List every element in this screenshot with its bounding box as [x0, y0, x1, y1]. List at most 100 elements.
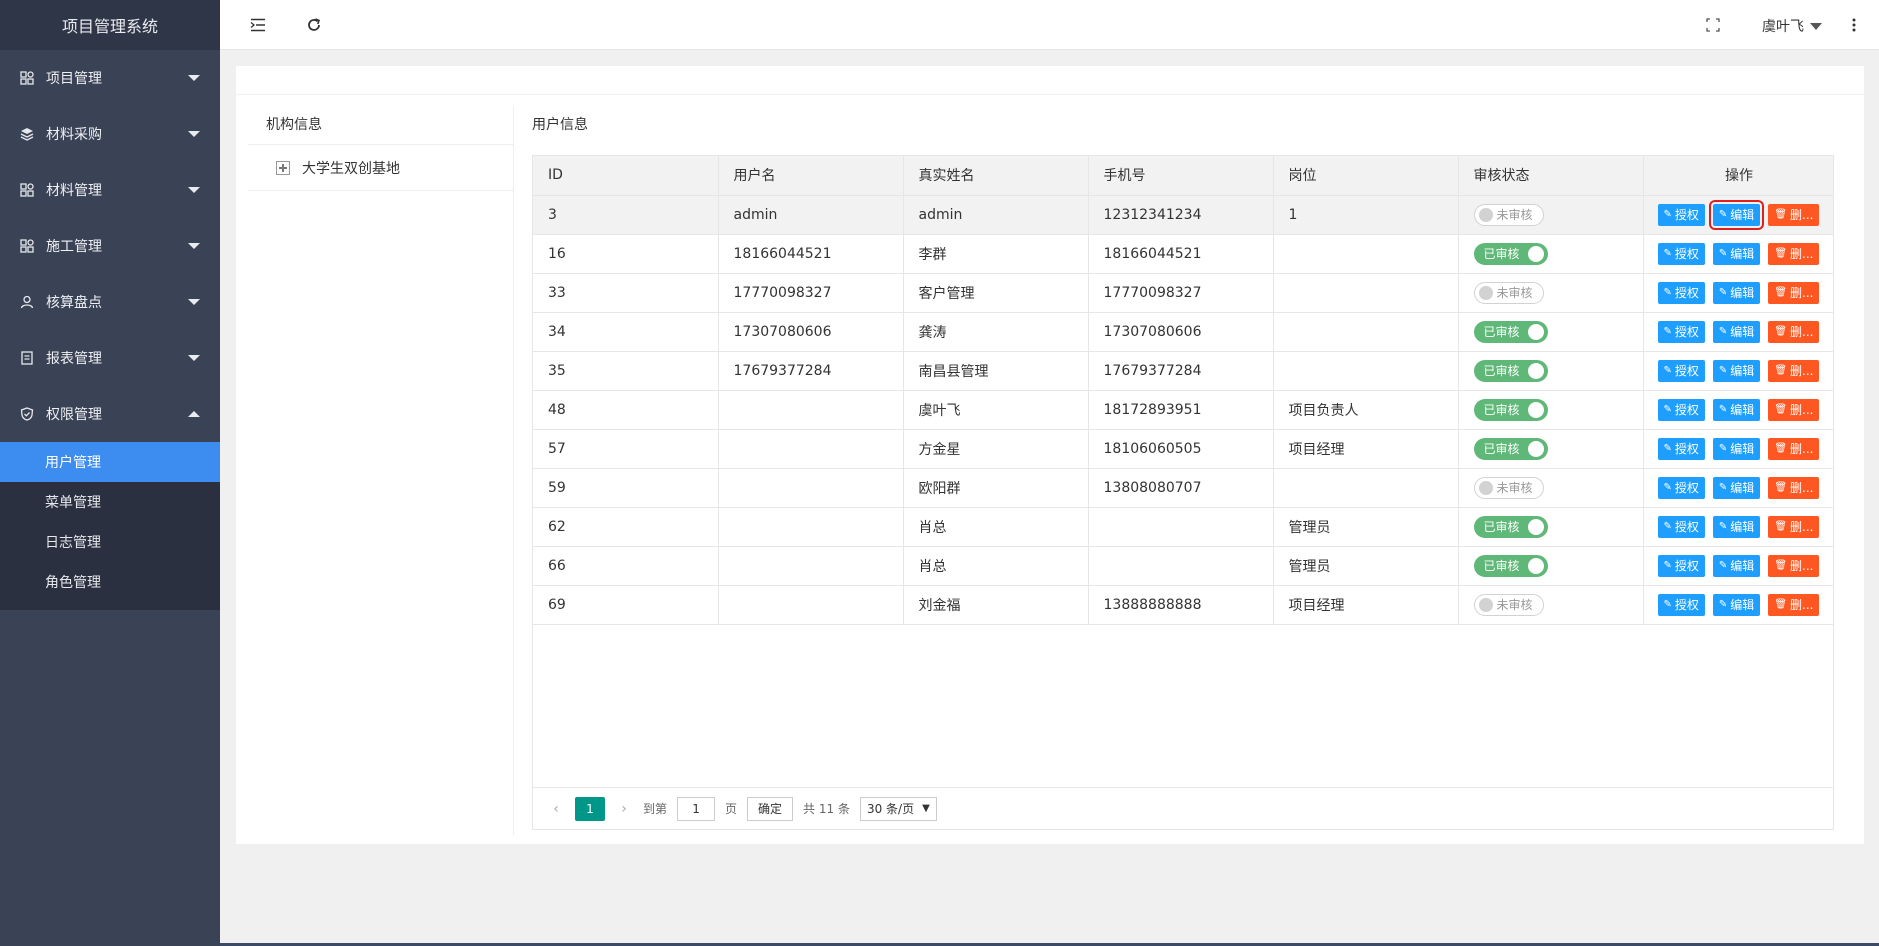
page-current[interactable]: 1	[575, 796, 605, 821]
edit-button[interactable]: ✎ 编辑	[1712, 554, 1761, 577]
menu-material[interactable]: 材料管理	[0, 162, 220, 218]
chevron-down-icon	[188, 187, 200, 193]
edit-button[interactable]: ✎ 编辑	[1712, 398, 1761, 421]
layers-icon	[20, 128, 34, 141]
column-header[interactable]: 手机号	[1088, 156, 1274, 196]
column-header[interactable]: 审核状态	[1458, 156, 1644, 196]
edit-button[interactable]: ✎ 编辑	[1712, 515, 1761, 538]
status-switch[interactable]: 未审核	[1473, 203, 1544, 226]
sidebar-item-roles[interactable]: 角色管理	[0, 562, 220, 602]
authorize-button[interactable]: ✎ 授权	[1657, 554, 1705, 577]
authorize-button-label: 授权	[1674, 520, 1699, 534]
cell-id: 16	[533, 234, 719, 274]
delete-button[interactable]: 🗑 删...	[1768, 203, 1820, 226]
edit-button[interactable]: ✎ 编辑	[1708, 199, 1765, 230]
authorize-button-label: 授权	[1674, 559, 1699, 573]
authorize-button[interactable]: ✎ 授权	[1657, 281, 1705, 304]
org-panel: 机构信息 大学生双创基地	[248, 105, 514, 835]
cell-status: 已审核	[1458, 507, 1644, 547]
status-switch[interactable]: 已审核	[1473, 398, 1548, 421]
delete-button[interactable]: 🗑 删...	[1768, 593, 1820, 616]
authorize-button[interactable]: ✎ 授权	[1657, 359, 1705, 382]
delete-button[interactable]: 🗑 删...	[1768, 398, 1820, 421]
menu-project[interactable]: 项目管理	[0, 50, 220, 106]
menu-permission[interactable]: 权限管理	[0, 386, 220, 442]
menu-construction[interactable]: 施工管理	[0, 218, 220, 274]
status-switch[interactable]: 未审核	[1473, 281, 1544, 304]
menu-accounting[interactable]: 核算盘点	[0, 274, 220, 330]
status-switch[interactable]: 未审核	[1473, 476, 1544, 499]
status-switch[interactable]: 已审核	[1473, 359, 1548, 382]
delete-button[interactable]: 🗑 删...	[1768, 554, 1820, 577]
sidebar-item-logs[interactable]: 日志管理	[0, 522, 220, 562]
edit-button[interactable]: ✎ 编辑	[1712, 359, 1761, 382]
edit-button[interactable]: ✎ 编辑	[1712, 476, 1761, 499]
column-header[interactable]: ID	[533, 156, 719, 196]
next-page-icon[interactable]: ›	[615, 801, 633, 817]
column-header[interactable]: 真实姓名	[903, 156, 1089, 196]
expand-icon[interactable]	[276, 160, 290, 175]
delete-button[interactable]: 🗑 删...	[1768, 281, 1820, 304]
delete-button-label: 删...	[1790, 208, 1814, 222]
sidebar-item-users[interactable]: 用户管理	[0, 442, 220, 482]
trash-icon: 🗑	[1774, 404, 1788, 415]
delete-button[interactable]: 🗑 删...	[1768, 320, 1820, 343]
prev-page-icon[interactable]: ‹	[547, 801, 565, 817]
org-node-label: 大学生双创基地	[302, 160, 400, 177]
user-menu[interactable]: 虞叶飞	[1762, 16, 1822, 36]
delete-button[interactable]: 🗑 删...	[1768, 242, 1820, 265]
table-row: 34 17307080606 龚涛 17307080606 已审核 ✎ 授权 ✎ 编辑 🗑 删...	[533, 312, 1833, 352]
column-header[interactable]: 岗位	[1273, 156, 1459, 196]
status-switch[interactable]: 已审核	[1473, 515, 1548, 538]
switch-knob	[1478, 285, 1493, 300]
collapse-menu-icon[interactable]	[248, 15, 268, 35]
cell-phone: 17770098327	[1088, 273, 1274, 313]
edit-button[interactable]: ✎ 编辑	[1712, 320, 1761, 343]
authorize-button[interactable]: ✎ 授权	[1657, 398, 1705, 421]
cell-post	[1273, 312, 1459, 352]
authorize-button[interactable]: ✎ 授权	[1657, 515, 1705, 538]
status-switch[interactable]: 已审核	[1473, 320, 1548, 343]
cell-actions: ✎ 授权 ✎ 编辑 🗑 删...	[1643, 273, 1833, 313]
status-switch[interactable]: 已审核	[1473, 437, 1548, 460]
cell-username	[718, 585, 904, 625]
cell-phone: 18172893951	[1088, 390, 1274, 430]
edit-button[interactable]: ✎ 编辑	[1712, 437, 1761, 460]
chevron-down-icon	[188, 355, 200, 361]
main-content: 机构信息 大学生双创基地 用户信息 ID 用户名 真实姓名 手机号 岗位 审核状…	[236, 94, 1864, 844]
cell-actions: ✎ 授权 ✎ 编辑 🗑 删...	[1643, 351, 1833, 391]
pencil-icon: ✎	[1718, 482, 1728, 493]
authorize-button[interactable]: ✎ 授权	[1657, 593, 1705, 616]
edit-button[interactable]: ✎ 编辑	[1712, 281, 1761, 304]
refresh-icon[interactable]	[304, 15, 324, 35]
pencil-icon: ✎	[1663, 521, 1672, 532]
delete-button[interactable]: 🗑 删...	[1768, 476, 1820, 499]
cell-post: 1	[1273, 195, 1459, 235]
table-row: 62 肖总 管理员 已审核 ✎ 授权 ✎ 编辑 🗑 删...	[533, 507, 1833, 547]
cell-realname: 刘金福	[903, 585, 1089, 625]
page-size-select[interactable]: 30 条/页 ▼	[859, 796, 937, 821]
more-icon[interactable]	[1844, 15, 1864, 35]
column-header[interactable]: 用户名	[718, 156, 904, 196]
delete-button[interactable]: 🗑 删...	[1768, 515, 1820, 538]
fullscreen-icon[interactable]	[1703, 15, 1723, 35]
status-switch[interactable]: 未审核	[1473, 593, 1544, 616]
authorize-button[interactable]: ✎ 授权	[1657, 476, 1705, 499]
org-tree-node[interactable]: 大学生双创基地	[248, 145, 513, 191]
delete-button[interactable]: 🗑 删...	[1768, 437, 1820, 460]
edit-button[interactable]: ✎ 编辑	[1712, 593, 1761, 616]
status-label: 未审核	[1496, 286, 1533, 300]
authorize-button[interactable]: ✎ 授权	[1657, 437, 1705, 460]
confirm-button[interactable]: 确定	[747, 796, 794, 821]
authorize-button[interactable]: ✎ 授权	[1657, 320, 1705, 343]
authorize-button[interactable]: ✎ 授权	[1657, 203, 1705, 226]
menu-purchase[interactable]: 材料采购	[0, 106, 220, 162]
menu-report[interactable]: 报表管理	[0, 330, 220, 386]
edit-button[interactable]: ✎ 编辑	[1712, 242, 1761, 265]
status-switch[interactable]: 已审核	[1473, 554, 1548, 577]
authorize-button[interactable]: ✎ 授权	[1657, 242, 1705, 265]
delete-button[interactable]: 🗑 删...	[1768, 359, 1820, 382]
sidebar-item-menus[interactable]: 菜单管理	[0, 482, 220, 522]
status-switch[interactable]: 已审核	[1473, 242, 1548, 265]
page-input[interactable]: 1	[677, 796, 716, 821]
